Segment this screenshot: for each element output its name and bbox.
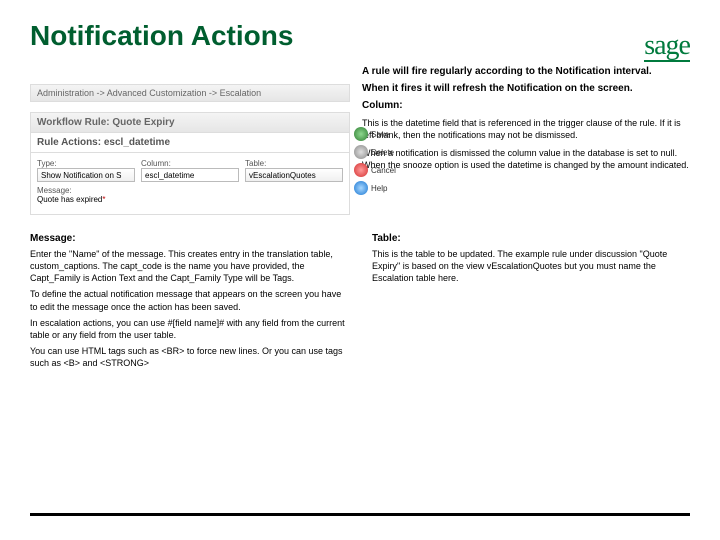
- label-column: Column:: [141, 159, 239, 168]
- field-column[interactable]: escl_datetime: [141, 168, 239, 182]
- field-type[interactable]: Show Notification on S: [37, 168, 135, 182]
- crm-screenshot: Administration -> Advanced Customization…: [30, 66, 350, 215]
- message-p1: Enter the "Name" of the message. This cr…: [30, 248, 348, 284]
- required-star: *: [102, 195, 105, 204]
- cancel-button[interactable]: Cancel: [354, 163, 399, 177]
- table-column: Table: This is the table to be updated. …: [372, 233, 690, 373]
- table-heading: Table:: [372, 233, 690, 244]
- message-column: Message: Enter the "Name" of the message…: [30, 233, 348, 373]
- table-p1: This is the table to be updated. The exa…: [372, 248, 690, 284]
- help-label: Help: [371, 184, 387, 193]
- footer-rule: [30, 513, 690, 516]
- brand-logo: sage: [644, 30, 690, 62]
- intro-text: A rule will fire regularly according to …: [362, 66, 690, 215]
- message-p3: In escalation actions, you can use #[fie…: [30, 317, 348, 341]
- delete-label: Delete: [371, 148, 394, 157]
- rule-actions-header: Rule Actions: escl_datetime: [30, 133, 350, 153]
- help-icon: [354, 181, 368, 195]
- save-label: Save: [371, 130, 389, 139]
- message-heading: Message:: [30, 233, 348, 244]
- column-p1: This is the datetime field that is refer…: [362, 117, 690, 141]
- label-message: Message:: [37, 186, 343, 195]
- message-p2: To define the actual notification messag…: [30, 288, 348, 312]
- column-p2: When a notification is dismissed the col…: [362, 147, 690, 171]
- save-icon: [354, 127, 368, 141]
- help-button[interactable]: Help: [354, 181, 399, 195]
- logo-text: sage: [644, 30, 690, 62]
- field-message[interactable]: Quote has expired: [37, 195, 102, 204]
- cancel-icon: [354, 163, 368, 177]
- delete-button[interactable]: Delete: [354, 145, 399, 159]
- intro-line2: When it fires it will refresh the Notifi…: [362, 83, 690, 94]
- message-p4: You can use HTML tags such as <BR> to fo…: [30, 345, 348, 369]
- cancel-label: Cancel: [371, 166, 396, 175]
- breadcrumb: Administration -> Advanced Customization…: [30, 84, 350, 102]
- intro-line1: A rule will fire regularly according to …: [362, 66, 690, 77]
- delete-icon: [354, 145, 368, 159]
- save-button[interactable]: Save: [354, 127, 399, 141]
- action-column: Save Delete Cancel Help: [354, 127, 399, 195]
- page-title: Notification Actions: [0, 0, 720, 52]
- form-area: Type: Show Notification on S Column: esc…: [30, 153, 350, 215]
- column-heading: Column:: [362, 100, 690, 111]
- label-table: Table:: [245, 159, 343, 168]
- field-table[interactable]: vEscalationQuotes: [245, 168, 343, 182]
- workflow-rule-header: Workflow Rule: Quote Expiry: [30, 112, 350, 133]
- label-type: Type:: [37, 159, 135, 168]
